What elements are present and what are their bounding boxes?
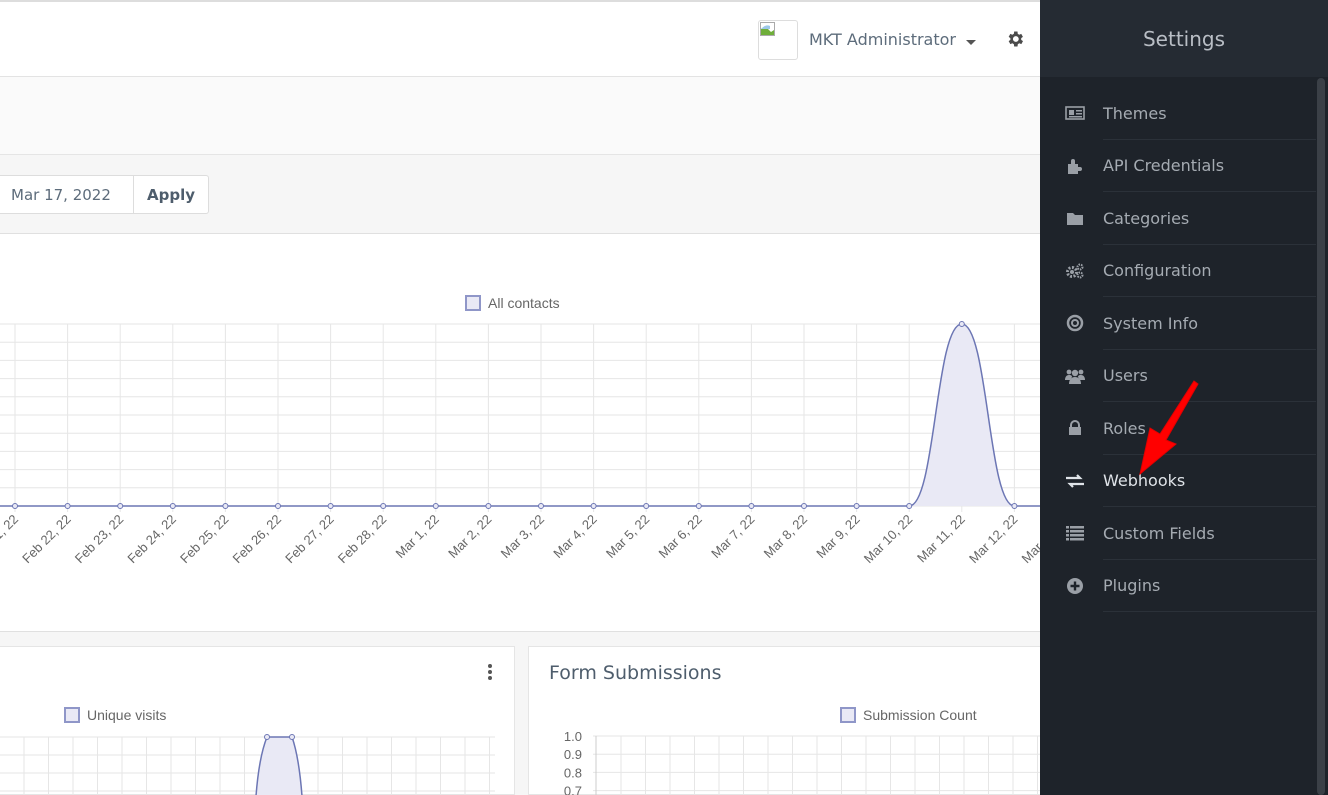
x-tick-label: Feb 25, 22 (177, 512, 232, 567)
settings-panel: Settings Themes API Credentials Categories… (1040, 0, 1328, 795)
x-tick-label: Mar 8, 22 (761, 512, 810, 561)
x-tick-label: Mar 11, 22 (914, 512, 968, 566)
chevron-down-icon[interactable] (966, 40, 976, 45)
settings-item-custom-fields[interactable]: Custom Fields (1040, 507, 1328, 560)
settings-item-plugins[interactable]: Plugins (1040, 560, 1328, 613)
data-point (958, 321, 965, 327)
form-submissions-chart: 1.0 0.9 0.8 0.7 (564, 729, 1041, 795)
x-tick-label: Feb 21, 22 (0, 512, 21, 567)
user-menu-name[interactable]: MKT Administrator (809, 30, 956, 49)
settings-item-label: Categories (1103, 208, 1190, 228)
data-point (538, 503, 544, 509)
settings-item-label: Themes (1103, 103, 1167, 123)
cogs-icon (1065, 262, 1085, 280)
lock-icon (1065, 419, 1085, 437)
contacts-line-chart: Feb 21, 22Feb 22, 22Feb 23, 22Feb 24, 22… (0, 321, 1040, 567)
data-point (801, 503, 807, 509)
x-tick-label: Mar 7, 22 (708, 512, 757, 561)
x-tick-label: Feb 23, 22 (72, 512, 127, 567)
unique-visits-card: Unique visits (0, 646, 515, 795)
settings-item-label: Custom Fields (1103, 523, 1215, 543)
data-point (169, 503, 176, 509)
y-tick-label: 1.0 (564, 729, 582, 744)
settings-item-label: Roles (1103, 418, 1146, 438)
kebab-icon[interactable] (488, 664, 494, 680)
data-point (12, 503, 18, 509)
gear-icon[interactable] (1005, 29, 1025, 49)
data-point (853, 503, 860, 509)
settings-item-label: API Credentials (1103, 156, 1225, 176)
x-tick-label: Feb 22, 22 (19, 512, 74, 567)
settings-item-api-credentials[interactable]: API Credentials (1040, 140, 1328, 193)
data-point (327, 503, 334, 509)
folder-icon (1065, 209, 1085, 227)
data-point (432, 503, 439, 509)
exchange-icon (1065, 472, 1085, 490)
data-point (117, 503, 124, 509)
top-navbar: MKT Administrator (0, 0, 1040, 77)
settings-item-label: System Info (1103, 313, 1199, 333)
x-tick-label: Mar 10, 22 (861, 512, 916, 567)
data-point (485, 503, 492, 509)
settings-menu: Themes API Credentials Categories Configura… (1040, 77, 1328, 612)
data-point (64, 503, 71, 509)
x-tick-label: Mar 3, 22 (498, 512, 547, 561)
life-ring-icon (1065, 314, 1085, 332)
x-tick-label: Mar 12, 22 (966, 512, 1021, 567)
data-point (590, 503, 597, 509)
x-tick-label: Feb 27, 22 (282, 512, 337, 567)
settings-item-categories[interactable]: Categories (1040, 192, 1328, 245)
y-tick-label: 0.8 (564, 765, 582, 780)
data-point (275, 503, 281, 509)
settings-scrollbar[interactable] (1317, 78, 1325, 795)
data-point (906, 503, 913, 509)
settings-item-configuration[interactable]: Configuration (1040, 245, 1328, 298)
newspaper-icon (1065, 104, 1085, 122)
x-tick-label: Mar 6, 22 (655, 512, 704, 561)
x-tick-label: Feb 24, 22 (124, 512, 179, 567)
y-tick-label: 0.7 (564, 784, 582, 795)
x-tick-label: Feb 28, 22 (335, 512, 390, 567)
puzzle-icon (1065, 157, 1085, 175)
settings-item-label: Configuration (1103, 261, 1212, 281)
date-filter-bar: Mar 17, 2022 Apply (0, 155, 1040, 234)
settings-item-themes[interactable]: Themes (1040, 87, 1328, 140)
list-icon (1065, 524, 1085, 542)
data-point (748, 503, 755, 509)
x-tick-label: Feb 26, 22 (230, 512, 285, 567)
page-header (0, 77, 1040, 155)
date-to-input[interactable]: Mar 17, 2022 (0, 175, 134, 214)
x-tick-label: Mar 13, 22 (1019, 512, 1040, 567)
settings-item-roles[interactable]: Roles (1040, 402, 1328, 455)
data-point (695, 503, 702, 509)
x-tick-label: Mar 4, 22 (550, 512, 599, 561)
data-point (643, 503, 650, 509)
plus-circle-icon (1065, 577, 1085, 595)
settings-item-webhooks[interactable]: Webhooks (1040, 455, 1328, 508)
settings-title: Settings (1040, 0, 1328, 77)
broken-image-icon (760, 22, 775, 36)
x-tick-label: Mar 5, 22 (603, 512, 652, 561)
data-point (289, 734, 295, 740)
settings-item-label: Users (1103, 366, 1148, 386)
settings-item-label: Plugins (1103, 576, 1161, 596)
x-tick-label: Mar 9, 22 (813, 512, 862, 561)
x-tick-label: Mar 1, 22 (392, 512, 441, 561)
y-tick-label: 0.9 (564, 747, 582, 762)
x-tick-label: Mar 2, 22 (445, 512, 494, 561)
contacts-chart-panel: All contacts Feb 21, 22Feb 22, 22Feb 23,… (0, 234, 1040, 632)
form-submissions-card: Form Submissions Submission Count 1.0 0.9… (528, 646, 1041, 795)
apply-button[interactable]: Apply (134, 175, 209, 214)
users-icon (1065, 367, 1085, 385)
avatar[interactable] (758, 20, 798, 60)
data-point (264, 734, 270, 740)
settings-item-system-info[interactable]: System Info (1040, 297, 1328, 350)
data-point (380, 503, 387, 509)
unique-visits-chart (0, 734, 495, 795)
data-point (222, 503, 229, 509)
settings-item-users[interactable]: Users (1040, 350, 1328, 403)
settings-item-label: Webhooks (1103, 471, 1186, 491)
data-point (1011, 503, 1018, 509)
